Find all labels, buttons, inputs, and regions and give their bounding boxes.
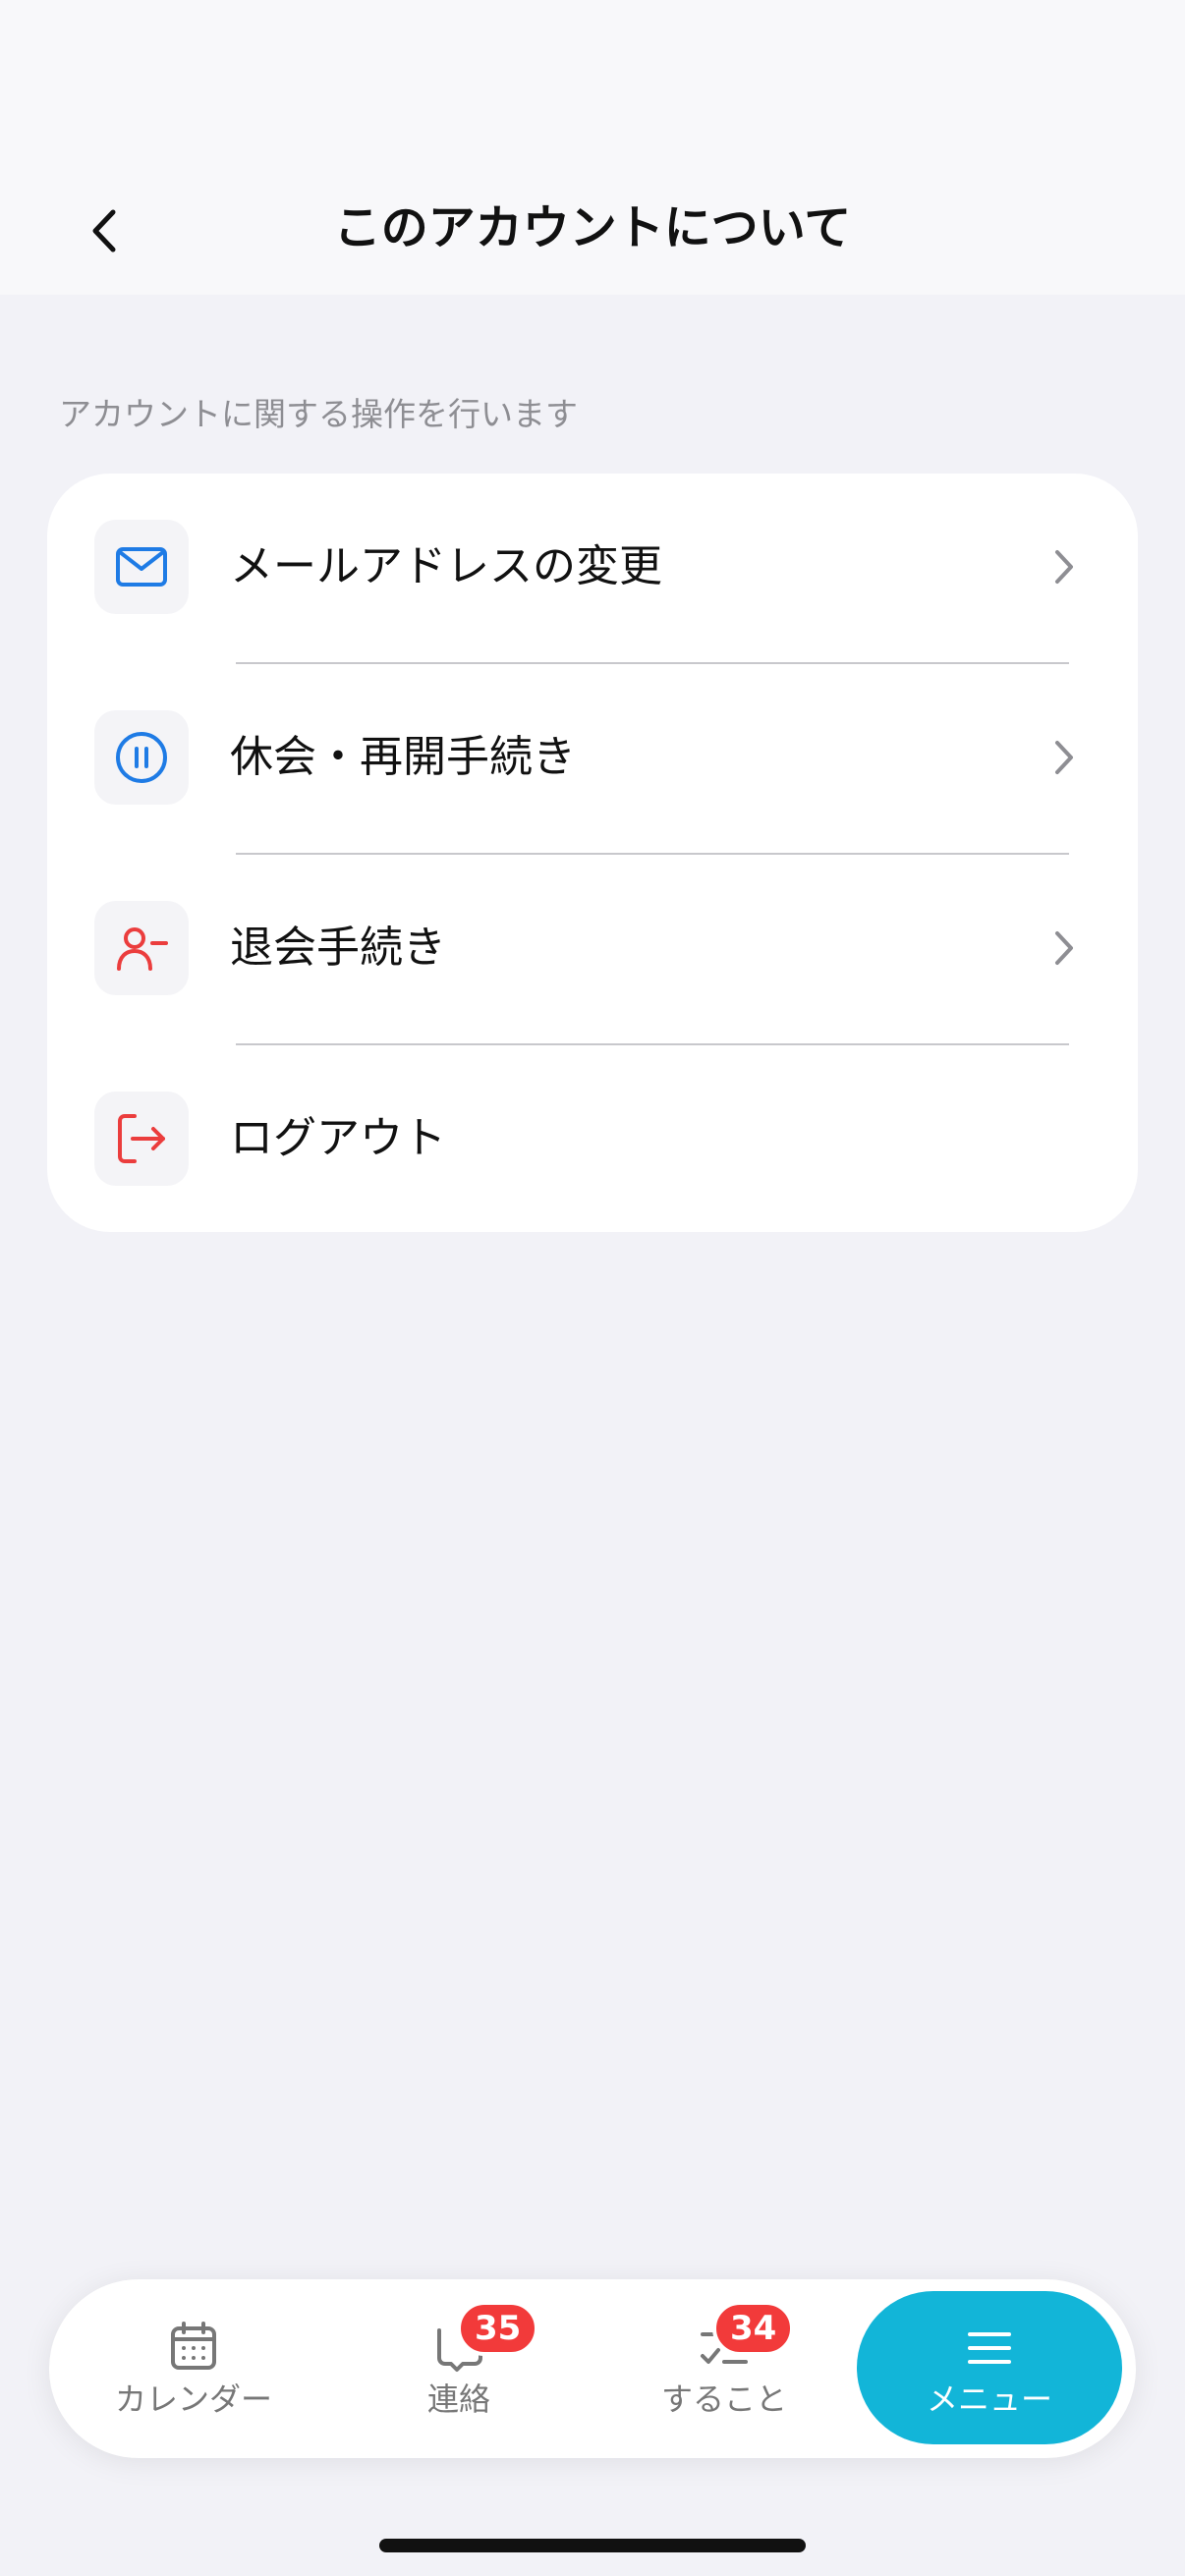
tab-menu[interactable]: メニュー: [857, 2291, 1122, 2444]
menu-icon: [968, 2332, 1011, 2364]
menu-item-label: 休会・再開手続き: [230, 732, 576, 782]
menu-item-label: メールアドレスの変更: [230, 541, 662, 591]
menu-item-withdraw[interactable]: 退会手続き: [47, 855, 1138, 1044]
tab-label: 連絡: [426, 2380, 490, 2418]
calendar-icon: [171, 2322, 216, 2370]
navigation-header: このアカウントについて: [0, 0, 1185, 295]
page-title: このアカウントについて: [333, 200, 852, 255]
unread-badge: 35: [457, 2301, 539, 2356]
mail-icon: [94, 520, 189, 614]
chevron-right-icon: [1055, 931, 1073, 965]
section-caption: アカウントに関する操作を行います: [59, 395, 578, 433]
logout-icon: [94, 1092, 189, 1186]
todo-badge: 34: [712, 2301, 795, 2356]
menu-item-label: ログアウト: [230, 1113, 446, 1163]
menu-item-label: 退会手続き: [230, 923, 446, 973]
tab-messages[interactable]: 35 連絡: [326, 2279, 592, 2458]
tab-label: メニュー: [926, 2380, 1052, 2418]
chevron-right-icon: [1055, 741, 1073, 774]
tab-label: カレンダー: [114, 2380, 272, 2418]
chevron-right-icon: [1055, 550, 1073, 584]
pause-circle-icon: [94, 710, 189, 805]
menu-item-change-email[interactable]: メールアドレスの変更: [47, 474, 1138, 663]
menu-item-pause-resume[interactable]: 休会・再開手続き: [47, 664, 1138, 854]
home-indicator: [379, 2539, 806, 2552]
tab-label: すること: [660, 2380, 787, 2418]
bottom-tab-bar: カレンダー 35 連絡 34 すること メニュー: [49, 2279, 1136, 2458]
user-minus-icon: [94, 901, 189, 995]
tab-calendar[interactable]: カレンダー: [61, 2279, 326, 2458]
account-actions-card: メールアドレスの変更 休会・再開手続き 退会手続き ログアウト: [47, 474, 1138, 1232]
tab-todo[interactable]: 34 すること: [592, 2279, 857, 2458]
menu-item-logout[interactable]: ログアウト: [47, 1045, 1138, 1235]
